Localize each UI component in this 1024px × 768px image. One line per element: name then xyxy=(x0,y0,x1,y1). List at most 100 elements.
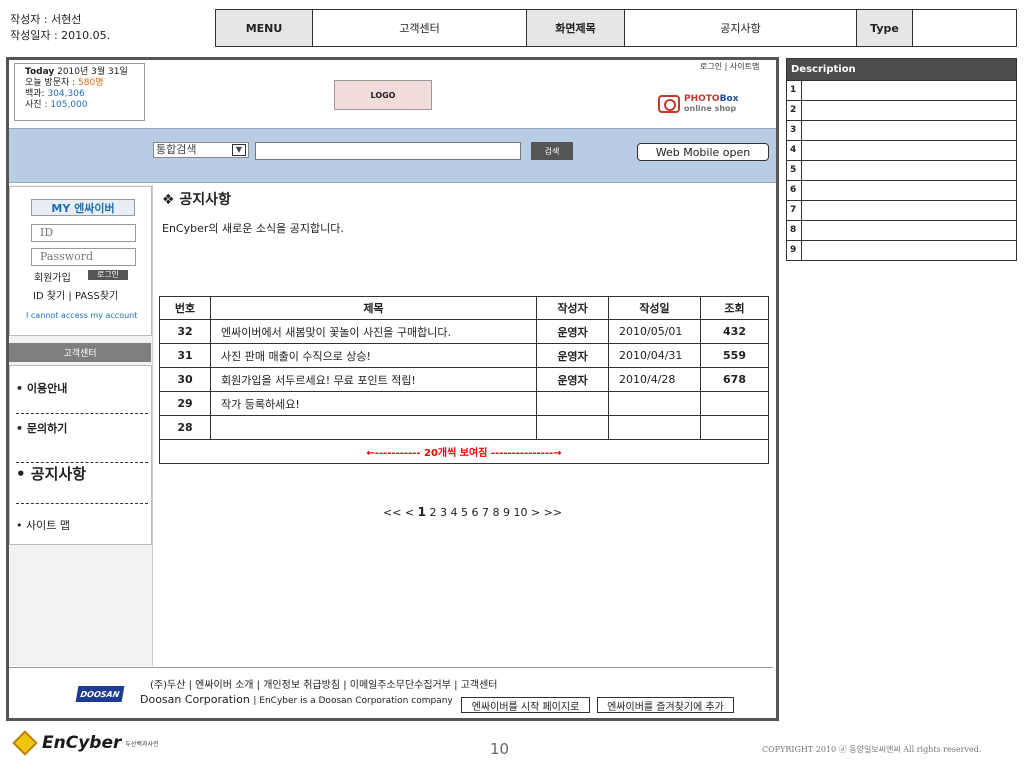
photobox-banner[interactable]: PHOTOBox online shop xyxy=(658,95,738,113)
description-row: 4 xyxy=(787,140,1016,160)
description-row: 2 xyxy=(787,100,1016,120)
side-menu-item-guide[interactable]: • 이용안내 xyxy=(16,380,67,396)
today-stats: Today 2010년 3월 31일 오늘 방문자 : 580명 백과: 304… xyxy=(14,63,145,121)
encyclopedia-label: 백과: xyxy=(25,89,48,99)
table-row[interactable]: 32 엔싸이버에서 새봄맞이 꽃놀이 사진을 구매합니다. 운영자 2010/0… xyxy=(159,319,769,344)
description-table: Description 1 2 3 4 5 6 7 8 9 xyxy=(786,58,1017,261)
password-field[interactable]: Password xyxy=(31,248,136,266)
notice-table: 번호 제목 작성자 작성일 조회 32 엔싸이버에서 새봄맞이 꽃놀이 사진을 … xyxy=(159,296,769,464)
description-row: 9 xyxy=(787,240,1016,260)
table-note-row: ←----------- 20개씩 보여짐 ---------------→ xyxy=(159,439,769,464)
row-title[interactable]: 작가 등록하세요! xyxy=(210,391,537,416)
screen-label: 화면제목 xyxy=(527,10,625,46)
pagination[interactable]: << < 1 2 3 4 5 6 7 8 9 10 > >> xyxy=(383,505,562,519)
col-title: 제목 xyxy=(210,296,537,320)
footer-divider xyxy=(9,667,773,668)
photos-count: 105,000 xyxy=(50,100,88,110)
add-favorite-button[interactable]: 엔싸이버를 즐겨찾기에 추가 xyxy=(597,697,734,713)
row-no: 29 xyxy=(159,391,211,416)
footer-corp: Doosan Corporation | EnCyber is a Doosan… xyxy=(140,693,453,706)
author-name: 작성자 : 서현선 xyxy=(10,13,82,26)
row-author: 운영자 xyxy=(536,343,609,368)
row-author: 운영자 xyxy=(536,319,609,344)
description-row: 1 xyxy=(787,80,1016,100)
type-label: Type xyxy=(857,10,913,46)
visitors-label: 오늘 방문자 : xyxy=(25,78,79,88)
author-date: 작성일자 : 2010.05. xyxy=(10,29,111,42)
camera-icon xyxy=(658,95,680,113)
row-views xyxy=(700,415,769,440)
encyber-logo: EnCyber 두산백과사전 xyxy=(12,730,158,756)
row-no: 28 xyxy=(159,415,211,440)
description-row: 7 xyxy=(787,200,1016,220)
today-label: Today xyxy=(25,67,55,77)
side-section-title: 고객센터 xyxy=(9,343,151,362)
row-author xyxy=(536,415,609,440)
search-input[interactable] xyxy=(255,142,521,160)
screen-value: 공지사항 xyxy=(625,10,857,46)
table-row[interactable]: 28 xyxy=(159,415,769,440)
id-field[interactable]: ID xyxy=(31,224,136,242)
footer-corp-name: Doosan Corporation xyxy=(140,693,250,706)
table-row[interactable]: 29 작가 등록하세요! xyxy=(159,391,769,416)
row-views: 559 xyxy=(700,343,769,368)
row-title[interactable]: 회원가입을 서두르세요! 무료 포인트 적립! xyxy=(210,367,537,392)
set-start-page-button[interactable]: 엔싸이버를 시작 페이지로 xyxy=(461,697,590,713)
col-author: 작성자 xyxy=(536,296,609,320)
row-views: 678 xyxy=(700,367,769,392)
chevron-down-icon: ▼ xyxy=(232,144,246,156)
page-description: EnCyber의 새로운 소식을 공지합니다. xyxy=(162,222,344,235)
type-value xyxy=(913,10,1016,46)
site-logo[interactable]: LOGO xyxy=(334,80,432,110)
cannot-access-link[interactable]: I cannot access my account xyxy=(26,311,137,320)
visitors-count: 580명 xyxy=(78,78,104,88)
login-button[interactable]: 로그인 xyxy=(88,270,128,280)
table-header-row: 번호 제목 작성자 작성일 조회 xyxy=(159,296,769,320)
row-date xyxy=(608,415,701,440)
row-title[interactable]: 엔싸이버에서 새봄맞이 꽃놀이 사진을 구매합니다. xyxy=(210,319,537,344)
footer-corp-sub: EnCyber is a Doosan Corporation company xyxy=(259,696,453,706)
search-button[interactable]: 검색 xyxy=(531,142,573,160)
description-header: Description xyxy=(787,59,1016,80)
row-views: 432 xyxy=(700,319,769,344)
pager-current[interactable]: 1 xyxy=(418,505,426,519)
brand-name: EnCyber xyxy=(42,733,122,753)
row-author xyxy=(536,391,609,416)
page-title: ❖ 공지사항 xyxy=(162,192,231,208)
row-title[interactable]: 사진 판매 매출이 수직으로 상승! xyxy=(210,343,537,368)
photos-label: 사진 : xyxy=(25,100,51,110)
col-no: 번호 xyxy=(159,296,211,320)
row-views xyxy=(700,391,769,416)
col-views: 조회 xyxy=(700,296,769,320)
doosan-logo: DOOSAN xyxy=(75,686,125,702)
description-row: 8 xyxy=(787,220,1016,240)
search-scope-select[interactable]: 통합검색 ▼ xyxy=(153,142,249,158)
table-row[interactable]: 31 사진 판매 매출이 수직으로 상승! 운영자 2010/04/31 559 xyxy=(159,343,769,368)
side-menu-item-notice[interactable]: • 공지사항 xyxy=(16,463,86,484)
row-author: 운영자 xyxy=(536,367,609,392)
my-encyber-title: MY 엔싸이버 xyxy=(31,199,135,216)
divider xyxy=(16,503,148,504)
photobox-text-1: PHOTO xyxy=(684,94,720,104)
search-scope-value: 통합검색 xyxy=(156,143,197,156)
side-menu-item-sitemap[interactable]: • 사이트 맵 xyxy=(16,517,70,533)
col-date: 작성일 xyxy=(608,296,701,320)
web-mobile-button[interactable]: Web Mobile open xyxy=(637,143,769,161)
menu-value: 고객센터 xyxy=(313,10,527,46)
footer-links[interactable]: (주)두산 | 엔싸이버 소개 | 개인정보 취급방침 | 이메일주소무단수집거… xyxy=(150,676,497,691)
join-link[interactable]: 회원가입 xyxy=(34,269,71,284)
encyclopedia-count: 304,306 xyxy=(47,89,85,99)
row-title[interactable] xyxy=(210,415,537,440)
spec-header-table: MENU 고객센터 화면제목 공지사항 Type xyxy=(215,9,1017,47)
pager-rest[interactable]: 2 3 4 5 6 7 8 9 10 > >> xyxy=(426,506,563,519)
table-row[interactable]: 30 회원가입을 서두르세요! 무료 포인트 적립! 운영자 2010/4/28… xyxy=(159,367,769,392)
row-date: 2010/4/28 xyxy=(608,367,701,392)
menu-label: MENU xyxy=(216,10,313,46)
side-menu-item-inquiry[interactable]: • 문의하기 xyxy=(16,420,67,436)
description-row: 5 xyxy=(787,160,1016,180)
description-row: 6 xyxy=(787,180,1016,200)
find-id-pass-link[interactable]: ID 찾기 | PASS찾기 xyxy=(33,287,118,302)
top-links[interactable]: 로그인 | 사이트맵 xyxy=(700,61,759,72)
pager-prev[interactable]: << < xyxy=(383,506,418,519)
divider xyxy=(16,413,148,414)
